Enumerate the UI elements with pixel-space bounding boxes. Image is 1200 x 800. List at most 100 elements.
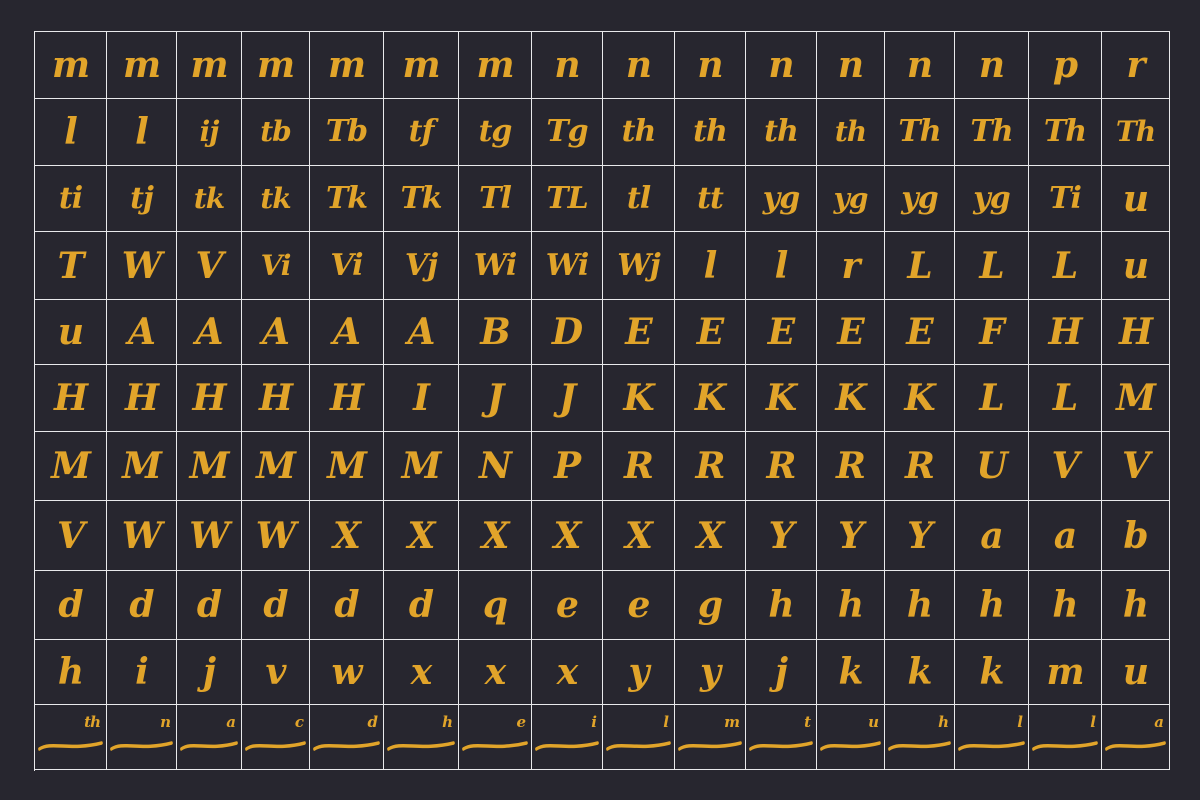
glyph-cell: R xyxy=(603,432,675,501)
glyph-text: B xyxy=(480,311,510,353)
glyph-text: k xyxy=(979,651,1005,693)
glyph-cell: K xyxy=(746,365,817,432)
glyph-cell: tj xyxy=(107,166,177,232)
swash-tail-icon xyxy=(749,737,813,751)
glyph-text: h xyxy=(768,584,794,626)
glyph-cell: V xyxy=(35,501,107,571)
glyph-cell: th xyxy=(603,99,675,166)
glyph-text: l xyxy=(774,244,789,287)
glyph-cell: V xyxy=(1029,432,1102,501)
glyph-row: ddddddqeeghhhhhh xyxy=(35,571,1170,640)
glyph-text: i xyxy=(135,651,149,693)
glyph-cell: L xyxy=(1029,232,1102,300)
glyph-cell: h xyxy=(955,571,1029,640)
glyph-text: A xyxy=(195,311,224,353)
glyph-cell: Vi xyxy=(242,232,310,300)
glyph-text: P xyxy=(553,445,581,487)
glyph-cell: d xyxy=(177,571,242,640)
glyph-text: L xyxy=(1052,244,1078,287)
glyph-cell: m xyxy=(35,32,107,99)
glyph-text: Wj xyxy=(617,247,661,283)
glyph-cell: M xyxy=(310,432,384,501)
glyph-cell: a xyxy=(1029,501,1102,571)
glyph-text: y xyxy=(628,651,650,693)
glyph-text: tj xyxy=(130,180,154,216)
glyph-cell: V xyxy=(177,232,242,300)
glyph-cell: n xyxy=(817,32,885,99)
glyph-row: MMMMMMNPRRRRRUVV xyxy=(35,432,1170,501)
glyph-cell: u xyxy=(1102,166,1170,232)
glyph-text: X xyxy=(625,514,653,557)
glyph-text: n xyxy=(906,44,933,86)
glyph-text: L xyxy=(1052,377,1078,419)
glyph-text: Ti xyxy=(1049,180,1082,216)
glyph-text: tb xyxy=(260,115,292,148)
glyph-cell: n xyxy=(107,705,177,770)
glyph-text: v xyxy=(265,651,287,693)
glyph-cell: i xyxy=(107,640,177,705)
glyph-text: L xyxy=(979,244,1004,287)
swash-tail-icon xyxy=(110,737,173,751)
glyph-text: d xyxy=(367,713,378,731)
glyph-cell: Tk xyxy=(384,166,459,232)
glyph-cell: d xyxy=(242,571,310,640)
glyph-cell: w xyxy=(310,640,384,705)
glyph-text: H xyxy=(53,377,88,419)
glyph-cell: n xyxy=(885,32,955,99)
glyph-cell: H xyxy=(177,365,242,432)
glyph-cell: m xyxy=(1029,640,1102,705)
glyph-cell: E xyxy=(817,300,885,365)
glyph-text: g xyxy=(697,584,723,626)
glyph-cell: a xyxy=(955,501,1029,571)
glyph-cell: d xyxy=(310,571,384,640)
glyph-text: m xyxy=(327,44,366,86)
glyph-cell: ti xyxy=(35,166,107,232)
glyph-cell: m xyxy=(242,32,310,99)
glyph-text: Tk xyxy=(400,180,442,216)
glyph-text: Th xyxy=(970,114,1013,149)
glyph-cell: H xyxy=(242,365,310,432)
glyph-text: e xyxy=(627,584,651,626)
glyph-text: V xyxy=(1051,445,1080,487)
glyph-cell: L xyxy=(1029,365,1102,432)
glyph-text: tk xyxy=(193,181,225,215)
glyph-cell: th xyxy=(675,99,746,166)
glyph-text: M xyxy=(51,445,91,487)
glyph-cell: n xyxy=(955,32,1029,99)
glyph-grid: m m m m m m m n n n n n n n p r l l ij tb Tb tf tg Tg th th th th Th… xyxy=(34,31,1170,771)
glyph-text: k xyxy=(838,651,864,693)
glyph-text: H xyxy=(1118,311,1153,353)
glyph-text: Vj xyxy=(404,247,438,283)
glyph-cell: M xyxy=(35,432,107,501)
glyph-cell: u xyxy=(1102,232,1170,300)
glyph-cell: x xyxy=(384,640,459,705)
glyph-text: n xyxy=(625,44,652,86)
glyph-text: th xyxy=(84,713,101,731)
glyph-text: E xyxy=(696,311,724,353)
glyph-cell: F xyxy=(955,300,1029,365)
glyph-cell: yg xyxy=(955,166,1029,232)
glyph-cell: X xyxy=(603,501,675,571)
glyph-cell: R xyxy=(675,432,746,501)
glyph-row: l l ij tb Tb tf tg Tg th th th th Th Th Th Th xyxy=(35,99,1170,166)
glyph-cell: h xyxy=(885,571,955,640)
glyph-cell: tk xyxy=(177,166,242,232)
glyph-text: Wi xyxy=(473,247,518,283)
glyph-row: VWWWXXXXXXYYYaab xyxy=(35,501,1170,571)
glyph-cell: tt xyxy=(675,166,746,232)
glyph-text: r xyxy=(1126,44,1146,86)
glyph-cell: y xyxy=(675,640,746,705)
glyph-cell: TL xyxy=(532,166,603,232)
glyph-cell: x xyxy=(459,640,532,705)
glyph-cell: c xyxy=(242,705,310,770)
swash-tail-icon xyxy=(180,737,238,751)
glyph-row: T W V Vi Vi Vj Wi Wi Wj l l r L L Lu xyxy=(35,232,1170,300)
glyph-cell: ij xyxy=(177,99,242,166)
glyph-cell: Wj xyxy=(603,232,675,300)
glyph-text: W xyxy=(255,514,296,557)
glyph-cell: d xyxy=(310,705,384,770)
glyph-cell: l xyxy=(955,705,1029,770)
glyph-cell: d xyxy=(35,571,107,640)
glyph-text: R xyxy=(695,445,726,487)
swash-tail-icon xyxy=(606,737,671,751)
